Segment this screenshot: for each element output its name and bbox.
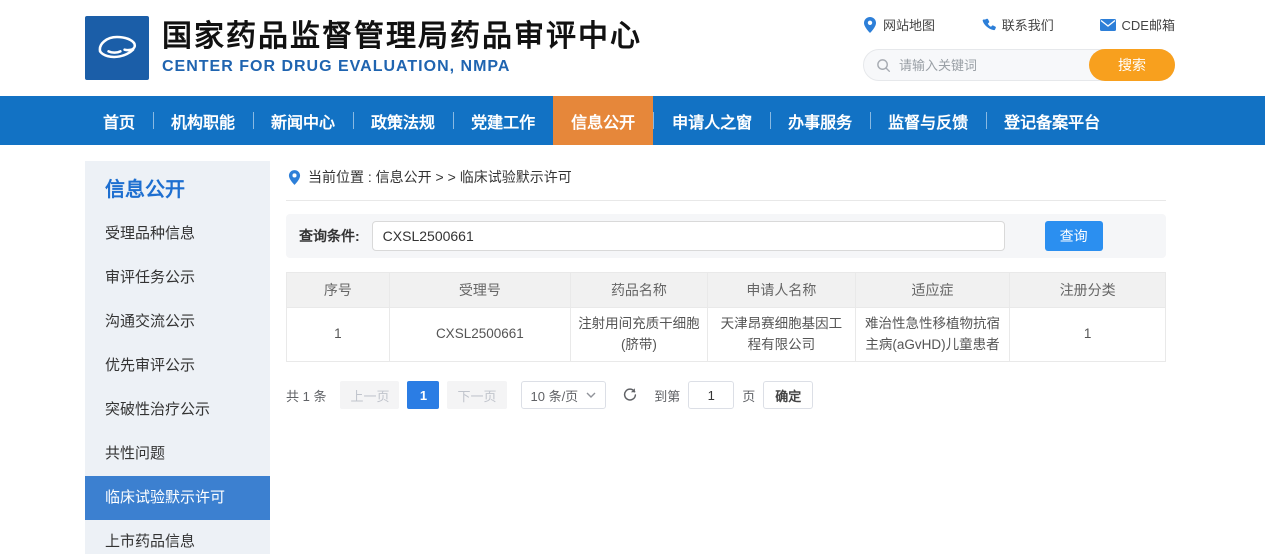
search-input[interactable] xyxy=(899,58,1069,73)
nav-item-functions[interactable]: 机构职能 xyxy=(153,96,253,145)
location-pin-icon xyxy=(863,17,877,33)
table-row: 1 CXSL2500661 注射用间充质干细胞(脐带) 天津昂赛细胞基因工程有限… xyxy=(287,308,1166,362)
nav-item-registration-platform[interactable]: 登记备案平台 xyxy=(986,96,1118,145)
goto-page-label: 到第 xyxy=(654,386,680,405)
site-title: 国家药品监督管理局药品审评中心 xyxy=(162,20,642,55)
page-number-1[interactable]: 1 xyxy=(407,381,439,409)
query-label: 查询条件: xyxy=(299,226,360,246)
cell-drug-name: 注射用间充质干细胞(脐带) xyxy=(570,308,707,362)
brand-block: 国家药品监督管理局药品审评中心 CENTER FOR DRUG EVALUATI… xyxy=(162,20,642,77)
chevron-down-icon xyxy=(586,392,596,398)
nav-item-home[interactable]: 首页 xyxy=(85,96,153,145)
search-button[interactable]: 搜索 xyxy=(1089,49,1175,81)
breadcrumb: 当前位置 : 信息公开 > > 临床试验默示许可 xyxy=(286,161,1166,201)
quick-link-label: 联系我们 xyxy=(1002,15,1054,34)
search-icon xyxy=(876,58,891,73)
sitemap-link[interactable]: 网站地图 xyxy=(863,15,935,34)
site-subtitle: CENTER FOR DRUG EVALUATION, NMPA xyxy=(162,58,642,76)
cde-mail-link[interactable]: CDE邮箱 xyxy=(1100,15,1175,34)
phone-icon xyxy=(981,17,996,32)
quick-link-label: 网站地图 xyxy=(883,15,935,34)
nav-item-services[interactable]: 办事服务 xyxy=(770,96,870,145)
swan-logo-icon xyxy=(90,21,144,75)
content-area: 信息公开 受理品种信息 审评任务公示 沟通交流公示 优先审评公示 突破性治疗公示… xyxy=(0,161,1265,554)
cell-serial: 1 xyxy=(287,308,390,362)
main-panel: 当前位置 : 信息公开 > > 临床试验默示许可 查询条件: 查询 序号 受理号… xyxy=(286,161,1166,554)
sidebar-item-communication[interactable]: 沟通交流公示 xyxy=(85,300,270,344)
col-acceptance-number: 受理号 xyxy=(389,273,570,308)
prev-page-button[interactable]: 上一页 xyxy=(340,381,399,409)
page-size-select[interactable]: 10 条/页 xyxy=(521,381,607,409)
envelope-icon xyxy=(1100,19,1116,31)
sidebar-item-breakthrough-therapy[interactable]: 突破性治疗公示 xyxy=(85,388,270,432)
sidebar-item-review-tasks[interactable]: 审评任务公示 xyxy=(85,256,270,300)
nav-item-info-disclosure[interactable]: 信息公开 xyxy=(553,96,653,145)
col-indication: 适应症 xyxy=(855,273,1010,308)
refresh-icon[interactable] xyxy=(622,387,638,403)
nav-item-policy[interactable]: 政策法规 xyxy=(353,96,453,145)
cell-indication: 难治性急性移植物抗宿主病(aGvHD)儿童患者 xyxy=(855,308,1010,362)
page-unit-label: 页 xyxy=(742,386,755,405)
sidebar-item-clinical-trial-implied-license[interactable]: 临床试验默示许可 xyxy=(85,476,270,520)
main-navbar: 首页 机构职能 新闻中心 政策法规 党建工作 信息公开 申请人之窗 办事服务 监… xyxy=(0,96,1265,145)
query-button[interactable]: 查询 xyxy=(1045,221,1103,251)
col-registration-class: 注册分类 xyxy=(1010,273,1166,308)
sidebar-item-marketed-drugs[interactable]: 上市药品信息 xyxy=(85,520,270,554)
cde-logo xyxy=(85,16,149,80)
col-applicant-name: 申请人名称 xyxy=(708,273,856,308)
contact-link[interactable]: 联系我们 xyxy=(981,15,1054,34)
header-right: 网站地图 联系我们 CDE邮箱 搜索 xyxy=(863,15,1175,81)
results-table: 序号 受理号 药品名称 申请人名称 适应症 注册分类 1 CXSL2500661… xyxy=(286,272,1166,362)
col-drug-name: 药品名称 xyxy=(570,273,707,308)
sidebar-item-accepted-varieties[interactable]: 受理品种信息 xyxy=(85,212,270,256)
quick-links: 网站地图 联系我们 CDE邮箱 xyxy=(863,15,1175,34)
quick-link-label: CDE邮箱 xyxy=(1122,15,1175,34)
cell-acceptance-number: CXSL2500661 xyxy=(389,308,570,362)
breadcrumb-text: 当前位置 : 信息公开 > > 临床试验默示许可 xyxy=(308,167,572,187)
query-input[interactable] xyxy=(372,221,1005,251)
page-size-value: 10 条/页 xyxy=(531,386,579,405)
confirm-button[interactable]: 确定 xyxy=(763,381,813,409)
nav-item-supervision[interactable]: 监督与反馈 xyxy=(870,96,986,145)
cell-applicant-name: 天津昂赛细胞基因工程有限公司 xyxy=(708,308,856,362)
sidebar: 信息公开 受理品种信息 审评任务公示 沟通交流公示 优先审评公示 突破性治疗公示… xyxy=(85,161,270,554)
sidebar-item-common-issues[interactable]: 共性问题 xyxy=(85,432,270,476)
next-page-button[interactable]: 下一页 xyxy=(447,381,506,409)
nav-item-party[interactable]: 党建工作 xyxy=(453,96,553,145)
site-search: 搜索 xyxy=(863,49,1175,81)
cell-registration-class: 1 xyxy=(1010,308,1166,362)
pagination-total: 共 1 条 xyxy=(286,386,326,405)
nav-item-news[interactable]: 新闻中心 xyxy=(253,96,353,145)
sidebar-item-priority-review[interactable]: 优先审评公示 xyxy=(85,344,270,388)
nav-item-applicant-window[interactable]: 申请人之窗 xyxy=(654,96,770,145)
query-bar: 查询条件: 查询 xyxy=(286,214,1166,258)
location-pin-icon xyxy=(288,170,301,185)
table-header-row: 序号 受理号 药品名称 申请人名称 适应症 注册分类 xyxy=(287,273,1166,308)
site-header: 国家药品监督管理局药品审评中心 CENTER FOR DRUG EVALUATI… xyxy=(0,0,1265,96)
col-serial: 序号 xyxy=(287,273,390,308)
goto-page-input[interactable] xyxy=(688,381,734,409)
sidebar-title: 信息公开 xyxy=(85,161,270,212)
pagination: 共 1 条 上一页 1 下一页 10 条/页 到第 页 确定 xyxy=(286,381,1166,409)
